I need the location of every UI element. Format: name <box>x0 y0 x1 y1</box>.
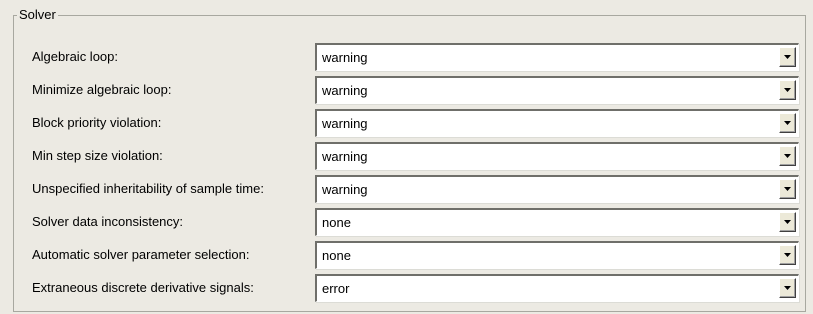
unspecified-inheritability-value: warning <box>322 182 368 197</box>
solver-group-title: Solver <box>17 6 58 23</box>
unspecified-inheritability-dropdown-button[interactable] <box>779 179 796 199</box>
automatic-solver-parameter-selection-dropdown-button[interactable] <box>779 245 796 265</box>
chevron-down-icon <box>784 253 791 257</box>
minimize-algebraic-loop-label: Minimize algebraic loop: <box>32 82 172 97</box>
solver-data-inconsistency-value: none <box>322 215 351 230</box>
minimize-algebraic-loop-dropdown[interactable]: warning <box>315 76 799 104</box>
chevron-down-icon <box>784 220 791 224</box>
block-priority-violation-dropdown-button[interactable] <box>779 113 796 133</box>
chevron-down-icon <box>784 154 791 158</box>
chevron-down-icon <box>784 286 791 290</box>
algebraic-loop-dropdown[interactable]: warning <box>315 43 799 71</box>
solver-data-inconsistency-label: Solver data inconsistency: <box>32 214 184 229</box>
option-row-minimize-algebraic-loop: Minimize algebraic loop: warning <box>0 76 813 104</box>
unspecified-inheritability-label: Unspecified inheritability of sample tim… <box>32 181 264 196</box>
minimize-algebraic-loop-dropdown-button[interactable] <box>779 80 796 100</box>
chevron-down-icon <box>784 187 791 191</box>
solver-data-inconsistency-dropdown-button[interactable] <box>779 212 796 232</box>
extraneous-discrete-derivative-signals-dropdown-button[interactable] <box>779 278 796 298</box>
min-step-size-violation-value: warning <box>322 149 368 164</box>
extraneous-discrete-derivative-signals-value: error <box>322 281 350 296</box>
min-step-size-violation-dropdown-button[interactable] <box>779 146 796 166</box>
block-priority-violation-label: Block priority violation: <box>32 115 162 130</box>
chevron-down-icon <box>784 88 791 92</box>
option-row-extraneous-discrete-derivative-signals: Extraneous discrete derivative signals: … <box>0 274 813 302</box>
option-row-min-step-size-violation: Min step size violation: warning <box>0 142 813 170</box>
solver-data-inconsistency-dropdown[interactable]: none <box>315 208 799 236</box>
extraneous-discrete-derivative-signals-dropdown[interactable]: error <box>315 274 799 302</box>
automatic-solver-parameter-selection-dropdown[interactable]: none <box>315 241 799 269</box>
chevron-down-icon <box>784 55 791 59</box>
chevron-down-icon <box>784 121 791 125</box>
automatic-solver-parameter-selection-label: Automatic solver parameter selection: <box>32 247 250 262</box>
unspecified-inheritability-dropdown[interactable]: warning <box>315 175 799 203</box>
option-row-automatic-solver-parameter-selection: Automatic solver parameter selection: no… <box>0 241 813 269</box>
algebraic-loop-dropdown-button[interactable] <box>779 47 796 67</box>
extraneous-discrete-derivative-signals-label: Extraneous discrete derivative signals: <box>32 280 254 295</box>
block-priority-violation-value: warning <box>322 116 368 131</box>
block-priority-violation-dropdown[interactable]: warning <box>315 109 799 137</box>
minimize-algebraic-loop-value: warning <box>322 83 368 98</box>
option-row-unspecified-inheritability: Unspecified inheritability of sample tim… <box>0 175 813 203</box>
algebraic-loop-value: warning <box>322 50 368 65</box>
min-step-size-violation-label: Min step size violation: <box>32 148 163 163</box>
option-row-solver-data-inconsistency: Solver data inconsistency: none <box>0 208 813 236</box>
option-row-algebraic-loop: Algebraic loop: warning <box>0 43 813 71</box>
automatic-solver-parameter-selection-value: none <box>322 248 351 263</box>
min-step-size-violation-dropdown[interactable]: warning <box>315 142 799 170</box>
option-row-block-priority-violation: Block priority violation: warning <box>0 109 813 137</box>
algebraic-loop-label: Algebraic loop: <box>32 49 118 64</box>
